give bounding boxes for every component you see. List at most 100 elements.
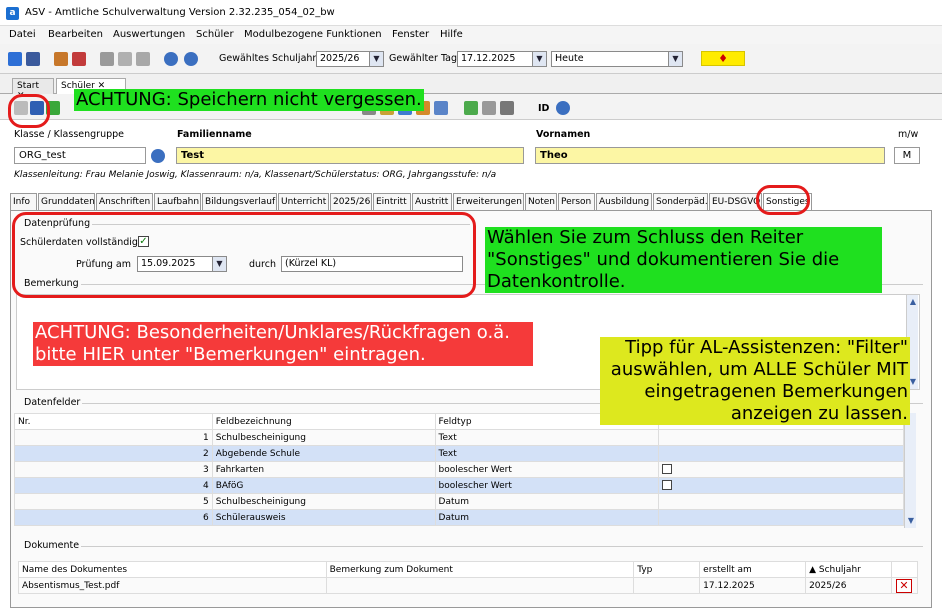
table-row[interactable]: 6 Schülerausweis Datum [14, 509, 904, 526]
chevron-down-icon[interactable]: ▼ [668, 52, 682, 66]
export-green-icon[interactable] [464, 101, 478, 115]
lightning-icon[interactable] [136, 52, 150, 66]
export-icon[interactable] [118, 52, 132, 66]
tab-erweiterungen[interactable]: Erweiterungen [453, 193, 524, 211]
col-nr[interactable]: Nr. [14, 413, 213, 430]
cell-value[interactable] [658, 493, 904, 510]
table-row[interactable]: 2 Abgebende Schule Text [14, 445, 904, 462]
vornamen-field[interactable]: Theo [535, 147, 885, 164]
cell-nr: 2 [14, 445, 213, 462]
tab-2025-26[interactable]: 2025/26 [330, 193, 372, 211]
cell-doc-name: Absentismus_Test.pdf [18, 577, 327, 594]
cell-typ: Datum [434, 509, 660, 526]
students-icon[interactable] [8, 52, 22, 66]
heute-value: Heute [555, 53, 584, 64]
cell-nr: 6 [14, 509, 213, 526]
table-row[interactable]: 4 BAföG boolescher Wert [14, 477, 904, 494]
remark-note: ACHTUNG: Besonderheiten/Unklares/Rückfra… [33, 322, 533, 366]
schuljahr-select[interactable]: 2025/26 ▼ [316, 51, 384, 67]
tab-sonderpaed[interactable]: Sonderpäd. [653, 193, 708, 211]
tab-laufbahn[interactable]: Laufbahn [154, 193, 201, 211]
menu-hilfe[interactable]: Hilfe [440, 29, 463, 40]
menu-modulbezogene-funktionen[interactable]: Modulbezogene Funktionen [244, 29, 382, 40]
tag-label: Gewählter Tag [389, 53, 458, 64]
tab-note: Wählen Sie zum Schluss den Reiter "Sonst… [485, 227, 882, 293]
heute-select[interactable]: Heute ▼ [551, 51, 683, 67]
table-header-row: Name des Dokumentes Bemerkung zum Dokume… [18, 561, 918, 578]
cell-value[interactable] [658, 429, 904, 446]
cell-typ: Text [434, 445, 660, 462]
tab-person[interactable]: Person [558, 193, 595, 211]
copy-icon[interactable] [100, 52, 114, 66]
col-erstellt[interactable]: erstellt am [699, 561, 807, 578]
refresh-icon[interactable] [434, 101, 448, 115]
menu-auswertungen[interactable]: Auswertungen [113, 29, 185, 40]
mw-field[interactable]: M [894, 147, 920, 164]
tab-grunddaten[interactable]: Grunddaten [38, 193, 95, 211]
tab-noten[interactable]: Noten [525, 193, 557, 211]
chevron-down-icon[interactable]: ▼ [369, 52, 383, 66]
cell-value[interactable] [658, 509, 904, 526]
cell-doc-bemerkung[interactable] [325, 577, 635, 594]
tip-note: Tipp für AL-Assistenzen: "Filter" auswäh… [600, 337, 910, 425]
highlight-ring-datenpruefung [12, 212, 476, 298]
klasse-info-icon[interactable] [151, 149, 165, 163]
grid-gray-icon[interactable] [482, 101, 496, 115]
scroll-down-icon[interactable]: ▼ [906, 516, 916, 526]
alarm-bell-icon[interactable]: ♦ [701, 51, 745, 66]
datenfelder-scrollbar[interactable]: ▼ [904, 413, 916, 528]
cell-value[interactable] [658, 461, 904, 478]
menu-bar: Datei Bearbeiten Auswertungen Schüler Mo… [0, 26, 942, 44]
menu-bearbeiten[interactable]: Bearbeiten [48, 29, 103, 40]
tag-select[interactable]: 17.12.2025 ▼ [457, 51, 547, 67]
menu-datei[interactable]: Datei [9, 29, 36, 40]
cell-value[interactable] [658, 477, 904, 494]
col-bemerkung[interactable]: Bemerkung zum Dokument [325, 561, 635, 578]
tab-unterricht[interactable]: Unterricht [278, 193, 329, 211]
cell-nr: 3 [14, 461, 213, 478]
lock-icon[interactable] [500, 101, 514, 115]
table-row[interactable]: Absentismus_Test.pdf 17.12.2025 2025/26 [18, 577, 918, 594]
tab-ausbildung[interactable]: Ausbildung [596, 193, 652, 211]
delete-icon[interactable]: ✕ [896, 579, 912, 593]
cell-typ: Text [434, 429, 660, 446]
chevron-down-icon[interactable]: ▼ [532, 52, 546, 66]
col-actions [891, 561, 918, 578]
table-row[interactable]: 1 Schulbescheinigung Text [14, 429, 904, 446]
grid-icon[interactable] [26, 52, 40, 66]
cell-nr: 5 [14, 493, 213, 510]
col-name[interactable]: Name des Dokumentes [18, 561, 327, 578]
info-icon[interactable] [164, 52, 178, 66]
cell-name: Fahrkarten [211, 461, 436, 478]
tab-info[interactable]: Info [10, 193, 37, 211]
fahrkarten-checkbox[interactable] [662, 464, 673, 475]
klasse-field[interactable]: ORG_test [14, 147, 146, 164]
tab-austritt[interactable]: Austritt [412, 193, 452, 211]
col-feldbezeichnung[interactable]: Feldbezeichnung [211, 413, 436, 430]
help-icon[interactable] [184, 52, 198, 66]
tab-eu-dsgvo[interactable]: EU-DSGVO [709, 193, 762, 211]
book-icon[interactable] [72, 52, 86, 66]
scroll-up-icon[interactable]: ▲ [908, 297, 918, 307]
table-row[interactable]: 3 Fahrkarten boolescher Wert [14, 461, 904, 478]
menu-schueler[interactable]: Schüler [196, 29, 234, 40]
cell-value[interactable] [658, 445, 904, 462]
tab-eintritt[interactable]: Eintritt [373, 193, 411, 211]
doctab-start[interactable]: Start ✕ [12, 78, 54, 101]
report-icon[interactable] [54, 52, 68, 66]
table-row[interactable]: 5 Schulbescheinigung Datum [14, 493, 904, 510]
tab-bildungsverlauf[interactable]: Bildungsverlauf [202, 193, 277, 211]
id-info-icon[interactable] [556, 101, 570, 115]
col-schuljahr-label: Schuljahr [818, 564, 861, 575]
col-typ[interactable]: Typ [633, 561, 701, 578]
menu-fenster[interactable]: Fenster [392, 29, 429, 40]
cell-name: Schulbescheinigung [211, 429, 436, 446]
divider [76, 546, 923, 547]
bafoeg-checkbox[interactable] [662, 480, 673, 491]
cell-doc-erstellt: 17.12.2025 [699, 577, 807, 594]
familienname-field[interactable]: Test [176, 147, 524, 164]
tab-anschriften[interactable]: Anschriften [96, 193, 153, 211]
tag-value: 17.12.2025 [461, 53, 516, 64]
cell-typ: boolescher Wert [434, 477, 660, 494]
col-schuljahr[interactable]: ▲ Schuljahr [805, 561, 892, 578]
